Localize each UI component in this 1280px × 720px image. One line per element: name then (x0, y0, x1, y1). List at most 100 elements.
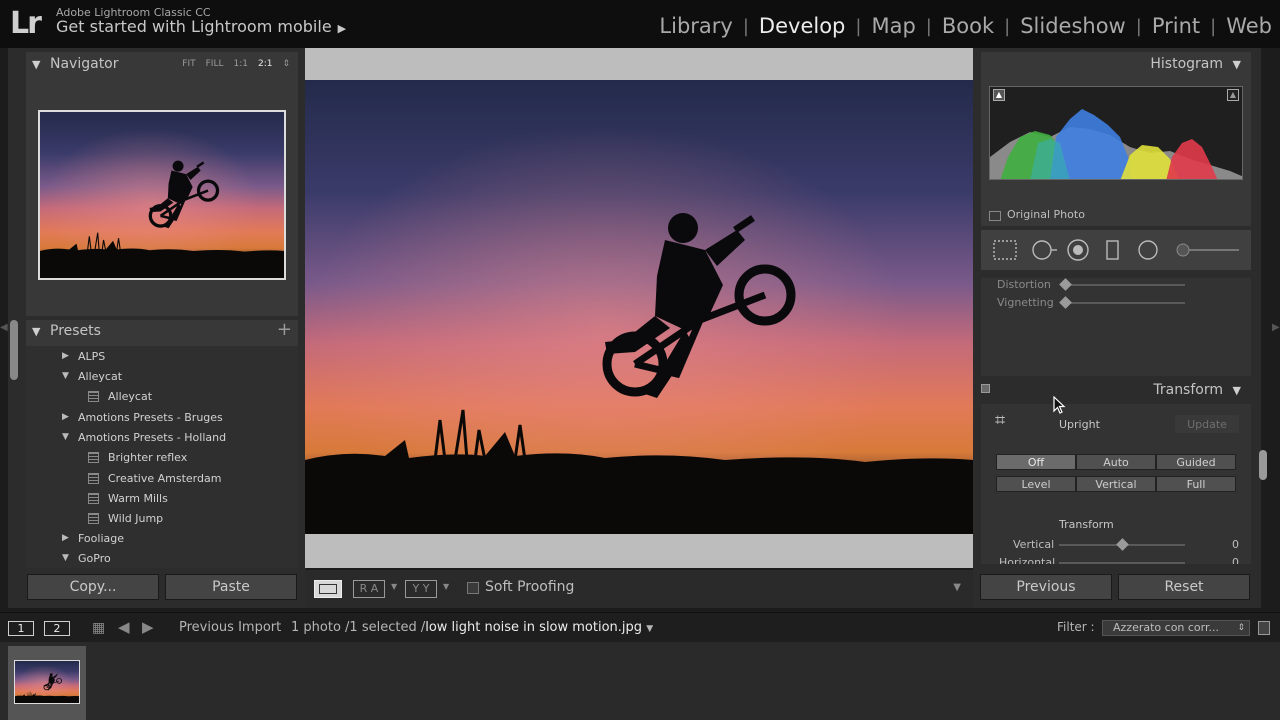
zoom-fit[interactable]: FIT (182, 59, 195, 69)
collapse-triangle-icon[interactable]: ▼ (62, 371, 78, 381)
preset-folder-holland[interactable]: ▼ Amotions Presets - Holland (62, 427, 226, 447)
upright-auto-button[interactable]: Auto (1076, 454, 1156, 470)
preset-brighter-reflex[interactable]: Brighter reflex (88, 447, 187, 467)
source-label[interactable]: Previous Import (179, 620, 281, 635)
main-screen-button[interactable]: 1 (8, 621, 34, 636)
mouse-cursor-icon (1053, 396, 1066, 414)
module-library[interactable]: Library (653, 14, 738, 38)
presets-header[interactable]: ▼ Presets + (26, 319, 298, 344)
left-panel-scrollbar[interactable] (10, 320, 18, 380)
navigator-preview[interactable] (38, 110, 286, 280)
left-panel-toggle-icon[interactable]: ◀ (0, 322, 8, 333)
distortion-slider[interactable] (1065, 284, 1185, 286)
lightroom-logo: Lr (10, 6, 42, 41)
upright-full-button[interactable]: Full (1156, 476, 1236, 492)
transform-header[interactable]: Transform ▼ (981, 378, 1251, 404)
chevron-down-icon[interactable]: ▼ (646, 624, 653, 634)
filmstrip-cell[interactable] (8, 646, 86, 720)
zoom-fill[interactable]: FILL (206, 59, 224, 69)
zoom-2-1[interactable]: 2:1 (258, 59, 272, 69)
before-after-ra-button[interactable]: R A (353, 580, 385, 598)
zoom-stepper-icon[interactable]: ⇕ (282, 59, 290, 69)
preset-folder-bruges[interactable]: ▶ Amotions Presets - Bruges (62, 407, 223, 427)
chevron-down-icon[interactable]: ▼ (391, 582, 397, 591)
module-separator: | (1135, 15, 1142, 37)
horizontal-value[interactable]: 0 (1232, 556, 1239, 564)
loupe-view-button[interactable] (314, 580, 342, 598)
right-panel-scrollbar[interactable] (1259, 450, 1267, 480)
shadow-clipping-icon[interactable]: ▲ (993, 89, 1005, 101)
upright-vertical-button[interactable]: Vertical (1076, 476, 1156, 492)
module-web[interactable]: Web (1220, 14, 1278, 38)
top-bar: Lr Adobe Lightroom Classic CC Get starte… (0, 0, 1280, 48)
add-preset-icon[interactable]: + (277, 319, 292, 340)
histogram-graph[interactable]: ▲ ▲ (989, 86, 1243, 180)
photo-count-label[interactable]: 1 photo /1 selected /low light noise in … (291, 620, 653, 635)
vignetting-slider[interactable] (1065, 302, 1185, 304)
previous-button[interactable]: Previous (980, 574, 1112, 600)
original-photo-checkbox[interactable] (989, 211, 1001, 221)
preset-folder-label: Amotions Presets - Bruges (78, 410, 223, 424)
filmstrip-toolbar: 1 2 ▦ ◀ ▶ Previous Import 1 photo /1 sel… (0, 612, 1280, 642)
preset-folder-gopro[interactable]: ▼ GoPro (62, 548, 111, 568)
collapse-triangle-icon[interactable]: ▼ (62, 432, 78, 442)
zoom-1-1[interactable]: 1:1 (233, 59, 247, 69)
horizontal-slider[interactable] (1059, 562, 1185, 564)
image-viewer[interactable] (305, 48, 973, 568)
collapse-triangle-icon[interactable]: ▼ (32, 58, 40, 71)
mobile-banner-link[interactable]: Get started with Lightroom mobile ▶ (56, 17, 346, 36)
reset-button[interactable]: Reset (1118, 574, 1250, 600)
back-arrow-icon[interactable]: ◀ (118, 618, 130, 636)
vertical-slider-thumb[interactable] (1116, 538, 1129, 551)
preset-folder-alleycat[interactable]: ▼ Alleycat (62, 366, 122, 386)
filter-lock-icon[interactable] (1258, 621, 1270, 635)
module-slideshow[interactable]: Slideshow (1014, 14, 1132, 38)
preset-wild-jump[interactable]: Wild Jump (88, 508, 163, 528)
collapse-triangle-icon[interactable]: ▼ (1233, 58, 1241, 71)
upright-off-button[interactable]: Off (996, 454, 1076, 470)
expand-triangle-icon[interactable]: ▶ (62, 533, 78, 543)
module-book[interactable]: Book (936, 14, 1000, 38)
filter-select[interactable]: Azzerato con corr... ⇕ (1102, 620, 1250, 636)
vertical-value[interactable]: 0 (1232, 538, 1239, 551)
module-develop[interactable]: Develop (753, 14, 851, 38)
expand-triangle-icon[interactable]: ▶ (62, 351, 78, 361)
second-screen-button[interactable]: 2 (44, 621, 70, 636)
collapse-triangle-icon[interactable]: ▼ (1233, 384, 1241, 397)
update-button[interactable]: Update (1175, 415, 1239, 433)
panel-toggle-switch[interactable] (981, 384, 990, 393)
soft-proofing-checkbox[interactable] (467, 582, 479, 594)
chevron-down-icon[interactable]: ▼ (443, 582, 449, 591)
preset-icon (88, 492, 99, 504)
collapse-triangle-icon[interactable]: ▼ (62, 553, 78, 563)
transform-panel: ⌗ Upright Update Off Auto Guided Level V… (981, 404, 1251, 564)
preset-creative-amsterdam[interactable]: Creative Amsterdam (88, 468, 221, 488)
collapse-triangle-icon[interactable]: ▼ (32, 325, 40, 338)
preset-alleycat[interactable]: Alleycat (88, 386, 152, 406)
paste-button[interactable]: Paste (165, 574, 297, 600)
guided-upright-tool-icon[interactable]: ⌗ (995, 410, 1005, 431)
right-panel-toggle-icon[interactable]: ▶ (1272, 322, 1280, 333)
grid-view-icon[interactable]: ▦ (92, 620, 105, 636)
preset-folder-fooliage[interactable]: ▶ Fooliage (62, 528, 124, 548)
preset-folder-label: GoPro (78, 551, 111, 565)
toolbar-menu-icon[interactable]: ▼ (953, 582, 961, 593)
preset-warm-mills[interactable]: Warm Mills (88, 488, 168, 508)
distortion-slider-thumb[interactable] (1059, 278, 1072, 291)
upright-guided-button[interactable]: Guided (1156, 454, 1236, 470)
filmstrip-thumbnail[interactable] (14, 660, 80, 704)
highlight-clipping-icon[interactable]: ▲ (1227, 89, 1239, 101)
loupe-view-icon (319, 584, 337, 594)
forward-arrow-icon[interactable]: ▶ (142, 618, 154, 636)
upright-level-button[interactable]: Level (996, 476, 1076, 492)
before-after-yy-button[interactable]: Y Y (405, 580, 437, 598)
vignetting-slider-thumb[interactable] (1059, 296, 1072, 309)
module-print[interactable]: Print (1146, 14, 1206, 38)
image-toolbar: R A ▼ Y Y ▼ Soft Proofing ▼ (305, 570, 973, 608)
main-photo[interactable] (305, 80, 973, 534)
navigator-header[interactable]: ▼ Navigator FIT FILL 1:1 2:1 ⇕ (26, 52, 298, 78)
expand-triangle-icon[interactable]: ▶ (62, 412, 78, 422)
preset-folder-alps[interactable]: ▶ ALPS (62, 346, 105, 366)
copy-button[interactable]: Copy... (27, 574, 159, 600)
module-map[interactable]: Map (865, 14, 921, 38)
